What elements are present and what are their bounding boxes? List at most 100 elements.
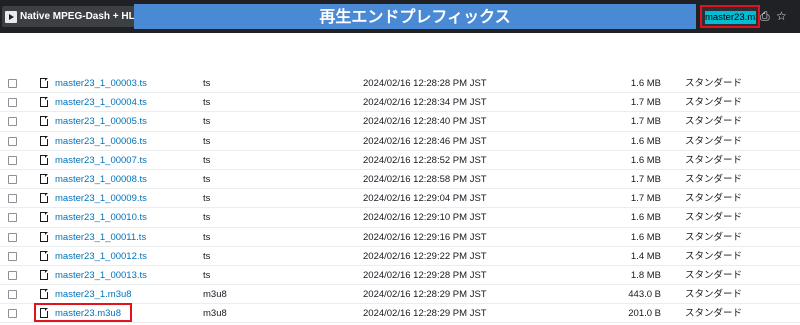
- table-row: master23_1.m3u8 m3u8 2024/02/16 12:28:29 P…: [0, 285, 800, 305]
- last-modified: 2024/02/16 12:28:52 PM JST: [363, 154, 487, 166]
- last-modified: 2024/02/16 12:28:34 PM JST: [363, 97, 487, 109]
- table-row: master23_1_00013.ts ts 2024/02/16 12:29:28…: [0, 266, 800, 286]
- file-icon: [40, 231, 48, 242]
- file-name-link[interactable]: master23_1_00003.ts: [55, 74, 147, 93]
- last-modified: 2024/02/16 12:28:40 PM JST: [363, 116, 487, 128]
- file-type: ts: [203, 250, 211, 262]
- last-modified: 2024/02/16 12:28:58 PM JST: [363, 173, 487, 185]
- file-icon: [40, 116, 48, 127]
- file-name-link[interactable]: master23_1_00010.ts: [55, 208, 147, 227]
- file-icon: [40, 250, 48, 261]
- star-icon[interactable]: ☆: [776, 9, 787, 23]
- file-size: 1.6 MB: [630, 231, 661, 243]
- storage-class: スタンダード: [685, 154, 743, 166]
- storage-class: スタンダード: [685, 193, 743, 205]
- table-row: master23_1_00007.ts ts 2024/02/16 12:28:52…: [0, 151, 800, 170]
- storage-class: スタンダード: [685, 308, 743, 320]
- row-checkbox[interactable]: [8, 136, 17, 146]
- row-checkbox[interactable]: [8, 174, 17, 184]
- storage-class: スタンダード: [685, 116, 743, 128]
- table-row: master23_1_00010.ts ts 2024/02/16 12:29:10…: [0, 208, 800, 228]
- file-type: m3u8: [203, 289, 227, 301]
- storage-class: スタンダード: [685, 97, 743, 109]
- file-size: 1.6 MB: [630, 154, 661, 166]
- file-size: 1.7 MB: [630, 193, 661, 205]
- file-type: ts: [203, 212, 211, 224]
- file-type: ts: [203, 97, 211, 109]
- file-name-link[interactable]: master23_1_00004.ts: [55, 93, 147, 112]
- row-checkbox[interactable]: [8, 270, 17, 280]
- row-checkbox[interactable]: [8, 290, 17, 300]
- row-checkbox[interactable]: [8, 98, 17, 108]
- file-icon: [40, 173, 48, 184]
- object-list: master23_1_00003.ts ts 2024/02/16 12:28:28…: [0, 74, 800, 324]
- file-icon: [40, 269, 48, 280]
- browser-toolbar: Native MPEG-Dash + HLS Playback 再生エンドプレフ…: [0, 0, 800, 33]
- table-row: master23_1_00005.ts ts 2024/02/16 12:28:40…: [0, 112, 800, 132]
- last-modified: 2024/02/16 12:28:29 PM JST: [363, 289, 487, 301]
- storage-class: スタンダード: [685, 250, 743, 262]
- file-icon: [40, 154, 48, 165]
- last-modified: 2024/02/16 12:28:46 PM JST: [363, 135, 487, 147]
- row-checkbox[interactable]: [8, 194, 17, 204]
- table-row: master23_1_00006.ts ts 2024/02/16 12:28:46…: [0, 132, 800, 151]
- file-type: ts: [203, 78, 211, 89]
- file-name-link[interactable]: master23_1_00008.ts: [55, 170, 147, 189]
- table-row: master23_1_00004.ts ts 2024/02/16 12:28:34…: [0, 93, 800, 113]
- last-modified: 2024/02/16 12:28:29 PM JST: [363, 308, 487, 320]
- file-name-link[interactable]: master23_1.m3u8: [55, 285, 132, 304]
- share-icon[interactable]: ⎙: [760, 9, 770, 23]
- file-type: m3u8: [203, 308, 227, 320]
- file-name-link[interactable]: master23_1_00011.ts: [55, 228, 146, 247]
- file-size: 201.0 B: [628, 308, 661, 320]
- file-name-link[interactable]: master23_1_00005.ts: [55, 112, 147, 131]
- table-row: master23_1_00003.ts ts 2024/02/16 12:28:28…: [0, 74, 800, 94]
- highlight-box: [34, 303, 132, 323]
- file-type: ts: [203, 269, 211, 281]
- file-name-link[interactable]: master23_1_00012.ts: [55, 247, 147, 266]
- file-icon: [40, 135, 48, 146]
- storage-class: スタンダード: [685, 135, 743, 147]
- storage-class: スタンダード: [685, 78, 743, 89]
- file-type: ts: [203, 231, 211, 243]
- file-name-link[interactable]: master23_1_00009.ts: [55, 189, 147, 208]
- last-modified: 2024/02/16 12:29:04 PM JST: [363, 193, 487, 205]
- last-modified: 2024/02/16 12:29:16 PM JST: [363, 231, 487, 243]
- storage-class: スタンダード: [685, 173, 743, 185]
- file-icon: [40, 193, 48, 204]
- file-name-link[interactable]: master23_1_00013.ts: [55, 266, 147, 285]
- row-checkbox[interactable]: [8, 79, 17, 88]
- row-checkbox[interactable]: [8, 155, 17, 165]
- storage-class: スタンダード: [685, 289, 743, 301]
- table-row: master23_1_00009.ts ts 2024/02/16 12:29:04…: [0, 189, 800, 209]
- table-row: master23.m3u8 m3u8 2024/02/16 12:28:29 PM …: [0, 303, 800, 324]
- file-name-link[interactable]: master23_1_00007.ts: [55, 151, 147, 170]
- file-size: 1.7 MB: [630, 116, 661, 128]
- row-checkbox[interactable]: [8, 309, 17, 319]
- file-size: 1.6 MB: [630, 212, 661, 224]
- file-size: 443.0 B: [628, 289, 661, 301]
- file-type: ts: [203, 193, 211, 205]
- last-modified: 2024/02/16 12:29:28 PM JST: [363, 269, 487, 281]
- address-text[interactable]: master23.m3u8: [705, 11, 756, 24]
- last-modified: 2024/02/16 12:29:22 PM JST: [363, 250, 487, 262]
- file-type: ts: [203, 116, 211, 128]
- file-size: 1.7 MB: [630, 97, 661, 109]
- last-modified: 2024/02/16 12:28:28 PM JST: [363, 78, 487, 89]
- file-size: 1.8 MB: [630, 269, 661, 281]
- file-icon: [40, 78, 48, 88]
- row-checkbox[interactable]: [8, 232, 17, 242]
- file-icon: [40, 97, 48, 108]
- last-modified: 2024/02/16 12:29:10 PM JST: [363, 212, 487, 224]
- storage-class: スタンダード: [685, 212, 743, 224]
- file-name-link[interactable]: master23_1_00006.ts: [55, 132, 147, 151]
- file-icon: [40, 212, 48, 223]
- row-checkbox[interactable]: [8, 117, 17, 127]
- table-row: master23_1_00008.ts ts 2024/02/16 12:28:58…: [0, 170, 800, 190]
- table-row: master23_1_00011.ts ts 2024/02/16 12:29:16…: [0, 228, 800, 247]
- row-checkbox[interactable]: [8, 251, 17, 261]
- address-bar[interactable]: master23.m3u8: [700, 5, 760, 28]
- extension-logo-icon: [5, 10, 17, 23]
- row-checkbox[interactable]: [8, 213, 17, 223]
- storage-class: スタンダード: [685, 269, 743, 281]
